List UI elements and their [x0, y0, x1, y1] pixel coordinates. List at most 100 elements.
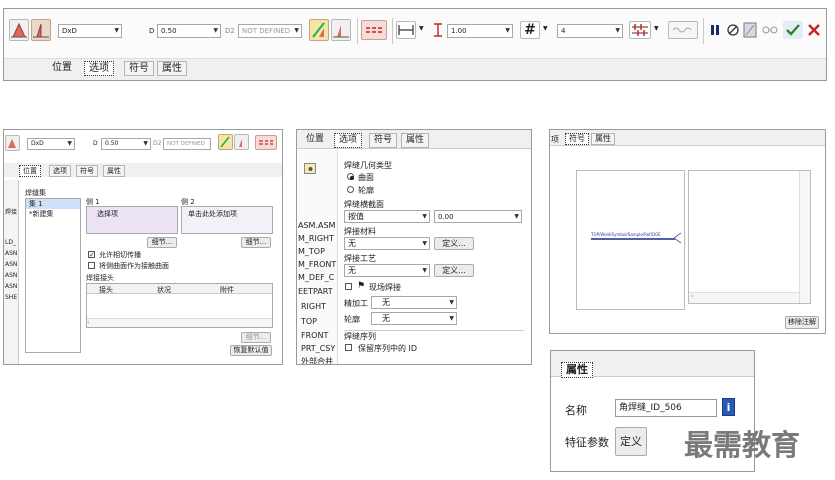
contact-checkbox[interactable] — [88, 262, 95, 269]
glasses-icon[interactable] — [761, 24, 779, 36]
side1-collector[interactable]: 选择项 — [86, 206, 178, 234]
profile-dropdown[interactable]: DxD ▼ — [27, 138, 75, 150]
edge-weld-button[interactable] — [218, 134, 233, 150]
restore-defaults-button[interactable]: 恢复默认值 — [230, 345, 272, 356]
tab-symbol[interactable]: 符号 — [76, 165, 98, 177]
process-dropdown[interactable]: 无 ▼ — [344, 264, 430, 277]
d2-value-dropdown[interactable]: NOT DEFINED — [163, 138, 211, 150]
tree-item[interactable]: FRONT — [301, 331, 328, 340]
horizontal-scrollbar[interactable]: ‹ — [87, 318, 272, 327]
no-preview-icon[interactable] — [726, 22, 740, 38]
tree-item[interactable]: EETPART — [298, 287, 333, 296]
material-dropdown[interactable]: 无 ▼ — [344, 237, 430, 250]
cancel-x-icon[interactable] — [806, 21, 822, 39]
cross-section-value[interactable]: 0.00 ▼ — [434, 210, 522, 223]
weld-set-list[interactable]: 集 1 *新建集 — [25, 198, 81, 353]
remove-annotation-button[interactable]: 移除注解 — [785, 316, 819, 329]
tree-item[interactable]: ASM.ASM — [298, 221, 335, 230]
tree-item[interactable]: RIGHT — [301, 302, 326, 311]
tree-item[interactable]: 外部合并 — [301, 356, 333, 364]
cross-section-dropdown[interactable]: 按值 ▼ — [344, 210, 430, 223]
tree-item[interactable]: M_DEF_C — [298, 273, 334, 282]
define-params-button[interactable]: 定义 — [615, 427, 647, 456]
tab-cut-label[interactable]: 项 — [551, 134, 559, 145]
tab-properties[interactable]: 属性 — [401, 133, 430, 148]
tree-item[interactable]: PRT_CSY — [301, 344, 335, 353]
tree-item[interactable]: LD_ — [5, 239, 16, 246]
weld-type-button[interactable] — [5, 135, 20, 151]
side2-collector[interactable]: 单击此处添加项 — [181, 206, 273, 234]
name-input[interactable]: 角焊缝_ID_506 — [615, 399, 717, 417]
tree-item[interactable]: ASN — [5, 283, 17, 290]
tab-symbol[interactable]: 符号 — [124, 61, 154, 76]
tab-options[interactable]: 选项 — [84, 61, 114, 76]
wave-button[interactable] — [668, 21, 698, 39]
count-value-dropdown[interactable]: 4 ▼ — [557, 24, 623, 38]
tab-properties[interactable]: 属性 — [561, 362, 593, 378]
tab-symbol[interactable]: 符号 — [369, 133, 398, 148]
material-define-button[interactable]: 定义... — [434, 237, 474, 250]
d-value-dropdown[interactable]: 0.50 ▼ — [101, 138, 151, 150]
tree-item[interactable]: 焊接 — [5, 207, 17, 216]
pause-icon[interactable] — [709, 23, 721, 37]
confirm-check-icon[interactable] — [783, 21, 803, 39]
tab-position[interactable]: 位置 — [19, 165, 41, 177]
d2-value-dropdown[interactable]: NOT DEFINED ▼ — [238, 24, 302, 38]
intermittent-weld-button[interactable] — [361, 20, 387, 40]
intermittent-weld-button[interactable] — [255, 135, 277, 150]
keep-id-checkbox[interactable] — [345, 344, 352, 351]
side-weld-button[interactable] — [331, 19, 351, 41]
joint-detail-button[interactable]: 细节... — [241, 332, 271, 343]
profile-dropdown[interactable]: DxD ▼ — [58, 24, 122, 38]
vertical-scrollbar[interactable] — [799, 171, 810, 303]
pitch-icon — [431, 21, 445, 39]
tree-item[interactable]: TOP — [301, 317, 317, 326]
tree-item[interactable]: ASN — [5, 261, 17, 268]
contour-dropdown[interactable]: 无 ▼ — [371, 312, 457, 325]
tab-options[interactable]: 选项 — [49, 165, 71, 177]
finish-dropdown[interactable]: 无 ▼ — [371, 296, 457, 309]
tree-item[interactable]: M_TOP — [298, 247, 325, 256]
tree-item[interactable]: ASN — [5, 250, 17, 257]
add-icon[interactable] — [304, 163, 316, 174]
count-mode-button[interactable]: # — [520, 21, 540, 39]
tree-item[interactable]: ASN — [5, 272, 17, 279]
tab-properties[interactable]: 属性 — [591, 133, 615, 145]
side1-detail-button[interactable]: 细节... — [147, 237, 177, 248]
chevron-down-icon[interactable]: ▼ — [654, 25, 659, 32]
tree-item[interactable]: M_FRONT — [298, 260, 336, 269]
field-weld-checkbox[interactable] — [345, 283, 352, 290]
length-mode-button[interactable] — [396, 21, 416, 39]
info-icon[interactable]: i — [722, 398, 735, 416]
chevron-down-icon: ▼ — [422, 240, 427, 247]
radio-surface[interactable] — [347, 173, 354, 180]
radio-contour[interactable] — [347, 186, 354, 193]
weld-type-button-2[interactable] — [31, 19, 51, 41]
process-define-button[interactable]: 定义... — [434, 264, 474, 277]
staggered-button[interactable] — [629, 21, 651, 39]
d-value-dropdown[interactable]: 0.50 ▼ — [157, 24, 221, 38]
tab-position[interactable]: 位置 — [48, 61, 76, 74]
list-item[interactable]: *新建集 — [26, 209, 80, 219]
tab-properties[interactable]: 属性 — [157, 61, 187, 76]
list-item[interactable]: 集 1 — [26, 199, 80, 209]
tab-symbol[interactable]: 符号 — [565, 133, 589, 145]
tree-item[interactable]: SHE — [5, 294, 17, 301]
tree-item[interactable]: M_RIGHT — [298, 234, 334, 243]
tab-position[interactable]: 位置 — [302, 133, 328, 146]
horizontal-scrollbar[interactable]: ‹ — [689, 292, 799, 303]
edge-weld-button[interactable] — [309, 19, 329, 41]
chevron-down-icon[interactable]: ▼ — [543, 25, 548, 32]
weld-type-button-1[interactable] — [9, 19, 29, 41]
d-label: D — [93, 140, 98, 147]
side-weld-button[interactable] — [234, 134, 249, 150]
tab-options[interactable]: 选项 — [334, 133, 363, 148]
tangent-checkbox[interactable]: ✓ — [88, 251, 95, 259]
symbol-list-box[interactable]: ‹ — [688, 170, 811, 304]
chevron-down-icon[interactable]: ▼ — [419, 25, 424, 32]
tab-properties[interactable]: 属性 — [103, 165, 125, 177]
preview-frame-icon[interactable] — [742, 21, 758, 39]
length-value-dropdown[interactable]: 1.00 ▼ — [447, 24, 513, 38]
side2-detail-button[interactable]: 细节... — [241, 237, 271, 248]
d2-label: D2 — [153, 140, 162, 147]
